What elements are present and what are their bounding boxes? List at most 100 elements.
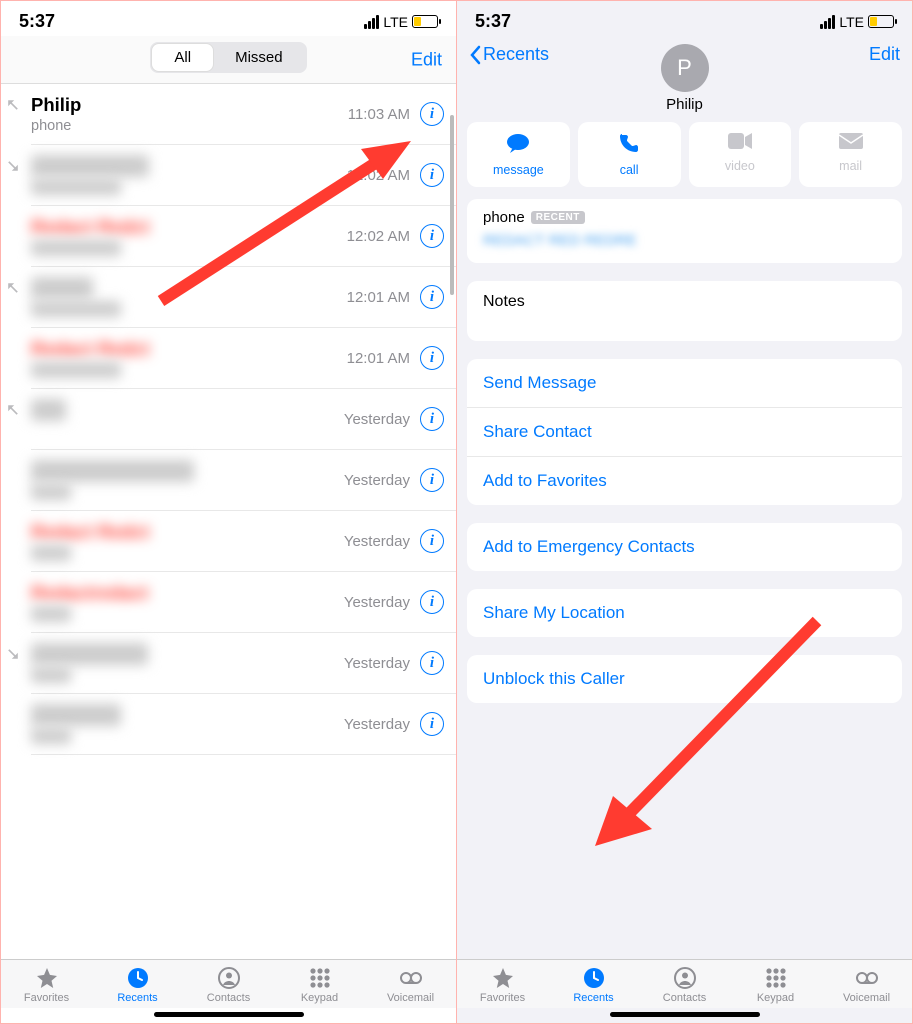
option-unblock-this-caller[interactable]: Unblock this Caller [467,655,902,703]
call-subtitle: redact [31,545,344,561]
tab-keypad[interactable]: Keypad [730,966,821,1004]
call-subtitle [31,423,344,439]
edit-button[interactable]: Edit [411,49,442,70]
clock: 5:37 [475,11,511,32]
contact-options-1: Send MessageShare ContactAdd to Favorite… [467,359,902,505]
filter-missed[interactable]: Missed [213,44,305,71]
info-button[interactable]: i [420,224,444,248]
carrier-label: LTE [839,14,864,30]
call-row[interactable]: Redact Redct redact red red 12:02 AM i [31,206,456,267]
contact-detail-screen: 5:37 LTE Recents P Philip Edit message ca… [456,1,912,1023]
caller-name: Redact [31,277,347,299]
tab-recents[interactable]: Recents [92,966,183,1004]
call-row[interactable]: Redact Redct redact red red 12:02 AM i [31,145,456,206]
home-indicator [610,1012,760,1017]
battery-icon [868,15,894,28]
option-share-my-location[interactable]: Share My Location [467,589,902,637]
tab-favorites[interactable]: Favorites [1,966,92,1004]
chevron-left-icon [469,45,481,65]
contacts-icon [672,966,698,990]
call-row[interactable]: Redact RD REDRE redact Yesterday i [31,450,456,511]
filter-all[interactable]: All [152,44,213,71]
keypad-icon [307,966,333,990]
call-time: Yesterday [344,411,410,428]
phone-card[interactable]: phone RECENT REDACT RED REDRE [467,199,902,263]
action-label: video [725,159,755,173]
mail-icon [838,132,864,155]
contact-options-3: Share My Location [467,589,902,637]
tab-contacts[interactable]: Contacts [183,966,274,1004]
tab-voicemail[interactable]: Voicemail [365,966,456,1004]
call-row[interactable]: Redactredact redact Yesterday i [31,572,456,633]
action-buttons-row: message call video mail [457,110,912,199]
notes-card[interactable]: Notes [467,281,902,341]
call-icon [618,132,640,159]
info-button[interactable]: i [420,651,444,675]
filter-segmented-control[interactable]: All Missed [150,42,306,73]
call-row[interactable]: Redactred redact Yesterday i [31,694,456,755]
info-button[interactable]: i [420,590,444,614]
call-subtitle: redact [31,484,344,500]
option-add-to-favorites[interactable]: Add to Favorites [467,456,902,505]
tab-contacts[interactable]: Contacts [639,966,730,1004]
recents-list[interactable]: Philip phone 11:03 AM i Redact Redct red… [1,84,456,959]
action-label: mail [839,159,862,173]
edit-button[interactable]: Edit [869,44,900,65]
caller-name: Redactredact [31,643,344,665]
caller-name: Redact Redct [31,216,347,238]
notes-label: Notes [467,281,902,341]
call-row[interactable]: Red Yesterday i [31,389,456,450]
call-button[interactable]: call [578,122,681,187]
option-add-to-emergency-contacts[interactable]: Add to Emergency Contacts [467,523,902,571]
tab-label: Voicemail [843,992,890,1004]
recent-badge: RECENT [531,211,585,224]
tab-bar[interactable]: FavoritesRecentsContactsKeypadVoicemail [1,959,456,1008]
message-button[interactable]: message [467,122,570,187]
info-button[interactable]: i [420,468,444,492]
caller-name: Redactredact [31,582,344,604]
call-time: 11:03 AM [348,106,410,123]
tab-keypad[interactable]: Keypad [274,966,365,1004]
tab-favorites[interactable]: Favorites [457,966,548,1004]
action-label: call [620,163,639,177]
contact-options-2: Add to Emergency Contacts [467,523,902,571]
tab-recents[interactable]: Recents [548,966,639,1004]
contact-options-4: Unblock this Caller [467,655,902,703]
favorites-icon [490,966,516,990]
call-subtitle: redact red red [31,240,347,256]
call-subtitle: redact red red [31,301,347,317]
call-row[interactable]: Redact Redct redact Yesterday i [31,511,456,572]
call-row[interactable]: Philip phone 11:03 AM i [31,84,456,145]
tab-label: Keypad [757,992,794,1004]
back-button[interactable]: Recents [469,44,549,65]
call-row[interactable]: Redact Redct redact red red 12:01 AM i [31,328,456,389]
avatar[interactable]: P [661,44,709,92]
phone-number[interactable]: REDACT RED REDRE [483,232,886,249]
tab-label: Contacts [663,992,706,1004]
mail-button: mail [799,122,902,187]
detail-header: Recents P Philip Edit [457,36,912,110]
call-row[interactable]: Redact redact red red 12:01 AM i [31,267,456,328]
caller-name: Redactred [31,704,344,726]
call-row[interactable]: Redactredact redact Yesterday i [31,633,456,694]
info-button[interactable]: i [420,102,444,126]
info-button[interactable]: i [420,407,444,431]
keypad-icon [763,966,789,990]
info-button[interactable]: i [420,163,444,187]
phone-label: phone [483,209,525,226]
option-share-contact[interactable]: Share Contact [467,407,902,456]
info-button[interactable]: i [420,285,444,309]
info-button[interactable]: i [420,529,444,553]
caller-name: Redact Redct [31,155,347,177]
info-button[interactable]: i [420,712,444,736]
tab-label: Favorites [480,992,525,1004]
tab-voicemail[interactable]: Voicemail [821,966,912,1004]
home-indicator [154,1012,304,1017]
contacts-icon [216,966,242,990]
call-time: Yesterday [344,655,410,672]
option-send-message[interactable]: Send Message [467,359,902,407]
call-subtitle: redact red red [31,179,347,195]
voicemail-icon [398,966,424,990]
tab-bar[interactable]: Favorites Recents Contacts Keypad Voicemail [457,959,912,1008]
info-button[interactable]: i [420,346,444,370]
